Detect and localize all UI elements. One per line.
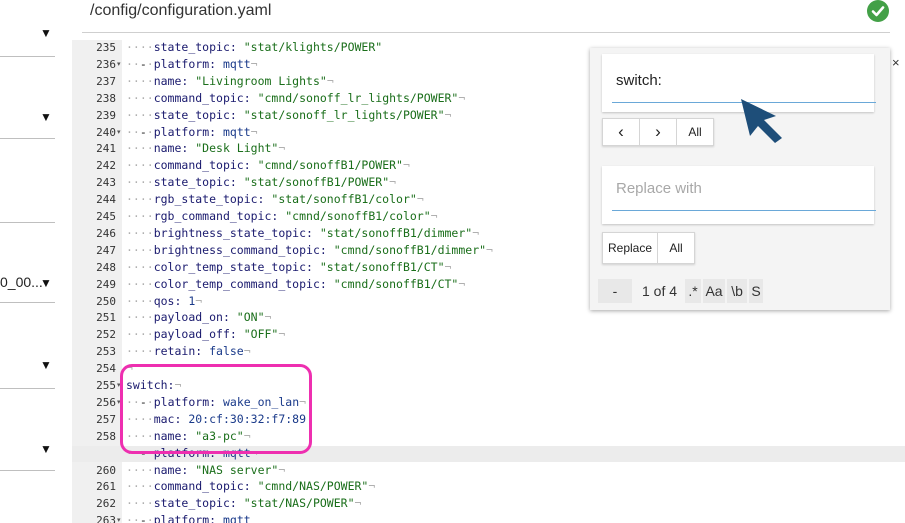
line-number: 241	[96, 142, 116, 156]
line-number: 251	[96, 311, 116, 325]
replace-underline	[612, 210, 876, 211]
line-number: 256	[96, 395, 116, 409]
find-all-button[interactable]: All	[677, 119, 713, 145]
close-icon[interactable]: ×	[892, 55, 900, 70]
code-line[interactable]: ····brightness_state_topic: "stat/sonoff…	[126, 226, 479, 240]
field-underline	[0, 138, 55, 139]
annotation-highlight-box	[120, 364, 312, 454]
line-number: 235	[96, 41, 116, 54]
dropdown-value[interactable]: 0_00...	[0, 274, 43, 290]
regex-toggle[interactable]: .*	[685, 279, 702, 303]
field-underline	[0, 222, 55, 223]
in-selection-toggle[interactable]: S	[749, 279, 764, 303]
replace-group: Replace All	[602, 232, 695, 264]
replace-all-button[interactable]: All	[658, 233, 694, 263]
code-line[interactable]: ····state_topic: "stat/NAS/POWER"¬	[126, 496, 361, 510]
code-line[interactable]: ····brightness_command_topic: "cmnd/sono…	[126, 243, 493, 257]
code-line[interactable]: ····name: "Desk Light"¬	[126, 141, 285, 155]
line-number: 257	[96, 412, 116, 426]
line-number: 243	[96, 176, 116, 190]
code-line[interactable]: ····payload_off: "OFF"¬	[126, 327, 285, 341]
line-number: 253	[96, 345, 116, 359]
line-number: 250	[96, 294, 116, 308]
search-replace-panel: switch: ‹ › All Replace with Replace All…	[590, 48, 890, 310]
field-underline	[0, 470, 55, 471]
search-input[interactable]: switch:	[616, 72, 662, 89]
arrow-cursor-icon	[741, 99, 782, 143]
code-line[interactable]: ····payload_on: "ON"¬	[126, 310, 271, 324]
code-line[interactable]: ····state_topic: "stat/sonoff_lr_lights/…	[126, 108, 451, 122]
code-line[interactable]: ····color_temp_state_topic: "stat/sonoff…	[126, 260, 451, 274]
find-previous-button[interactable]: ‹	[603, 119, 640, 145]
dropdown-arrow-icon[interactable]: ▼	[40, 442, 52, 456]
dropdown-arrow-icon[interactable]: ▼	[40, 110, 52, 124]
code-line[interactable]: ····state_topic: "stat/klights/POWER"	[126, 40, 382, 54]
line-number: 263	[96, 514, 116, 523]
line-number: 244	[96, 193, 116, 207]
replace-input[interactable]: Replace with	[616, 180, 702, 197]
code-line[interactable]: ····state_topic: "stat/sonoffB1/POWER"¬	[126, 175, 396, 189]
search-options-row: - 1 of 4 .* Aa \b S	[598, 278, 765, 304]
line-number: 247	[96, 243, 116, 257]
find-nav-group: ‹ › All	[602, 118, 714, 146]
replace-field[interactable]: Replace with	[602, 166, 876, 224]
code-line[interactable]: ····command_topic: "cmnd/NAS/POWER"¬	[126, 479, 375, 493]
fold-toggle-icon[interactable]: ▾	[117, 516, 121, 523]
line-number: 238	[96, 91, 116, 105]
line-number: 249	[96, 277, 116, 291]
case-sensitive-toggle[interactable]: Aa	[703, 279, 726, 303]
code-line[interactable]: ····command_topic: "cmnd/sonoff_lr_light…	[126, 91, 465, 105]
fold-toggle-icon[interactable]: ▾	[117, 60, 121, 68]
replace-button[interactable]: Replace	[603, 233, 658, 263]
dropdown-arrow-icon[interactable]: ▼	[40, 276, 52, 290]
whole-word-toggle[interactable]: \b	[727, 279, 748, 303]
line-number: 242	[96, 159, 116, 173]
code-line[interactable]: ····name: "Livingroom Lights"¬	[126, 74, 334, 88]
line-number: 260	[96, 463, 116, 477]
check-circle-icon	[867, 0, 889, 22]
code-line[interactable]: ··-·platform: mqtt¬	[126, 125, 258, 139]
line-number: 258	[96, 429, 116, 443]
line-number: 254	[96, 362, 116, 376]
line-number: 245	[96, 210, 116, 223]
header-divider	[82, 32, 890, 33]
line-number: 236	[96, 57, 116, 71]
line-number: 240	[96, 125, 116, 139]
field-underline	[0, 388, 55, 389]
dropdown-arrow-icon[interactable]: ▼	[40, 358, 52, 372]
code-line[interactable]: ····name: "NAS server"¬	[126, 463, 285, 477]
code-line[interactable]: ··-·platform: mqtt¬	[126, 57, 258, 71]
code-line[interactable]: ····color_temp_command_topic: "cmnd/sono…	[126, 277, 465, 291]
match-counter: 1 of 4	[642, 283, 678, 299]
code-line[interactable]: ····rgb_command_topic: "cmnd/sonoffB1/co…	[126, 209, 438, 223]
line-number: 239	[96, 108, 116, 122]
line-number: 255	[96, 379, 116, 392]
code-line[interactable]: ····qos: 1¬	[126, 294, 202, 308]
fold-toggle-icon[interactable]: ▾	[117, 128, 121, 136]
file-path: /config/configuration.yaml	[90, 2, 272, 19]
code-line[interactable]: ····retain: false¬	[126, 344, 251, 358]
field-underline	[0, 302, 55, 303]
field-underline	[0, 56, 55, 57]
code-line[interactable]: ····command_topic: "cmnd/sonoffB1/POWER"…	[126, 158, 410, 172]
line-number: 246	[96, 226, 116, 240]
code-line[interactable]: ····rgb_state_topic: "stat/sonoffB1/colo…	[126, 192, 424, 206]
left-sidebar: ▼ ▼ 0_00... ▼ ▼ ▼	[0, 0, 82, 523]
collapse-button[interactable]: -	[598, 279, 632, 303]
line-number: 261	[96, 480, 116, 494]
dropdown-arrow-icon[interactable]: ▼	[40, 26, 52, 40]
line-number: 252	[96, 328, 116, 342]
line-number: 262	[96, 497, 116, 511]
find-next-button[interactable]: ›	[640, 119, 677, 145]
code-line[interactable]: ··-·platform: mqtt	[126, 513, 251, 523]
line-number: 237	[96, 74, 116, 88]
line-number: 248	[96, 260, 116, 274]
